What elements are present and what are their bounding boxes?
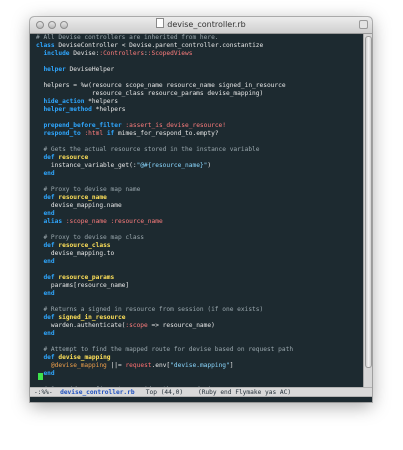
- window-title-text: devise_controller.rb: [167, 20, 246, 29]
- code-line: class DeviseController < Devise.parent_c…: [36, 42, 264, 49]
- code-line: @devise_mapping ||= request.env["devise.…: [50, 362, 234, 369]
- code-line: # Proxy to devise map class: [36, 234, 145, 241]
- code-line: alias :scope_name :resource_name: [43, 218, 163, 225]
- code-line: # All Devise controllers are inherited f…: [36, 34, 219, 41]
- vertical-scrollbar[interactable]: [363, 34, 372, 387]
- code-line: end: [43, 210, 55, 217]
- code-line: def signed_in_resource: [43, 314, 126, 321]
- code-line: helper DeviseHelper: [43, 66, 115, 73]
- code-line: helpers = %w(resource scope_name resourc…: [36, 82, 286, 89]
- scrollbar-thumb[interactable]: [365, 36, 372, 368]
- code-line: def resource: [43, 154, 89, 161]
- code-line: end: [43, 290, 55, 297]
- code-line: # Proxy to devise map name: [36, 186, 141, 193]
- code-line: respond_to :html if mimes_for_respond_to…: [43, 130, 219, 137]
- code-line: end: [43, 370, 55, 377]
- code-line: hide_action *helpers: [43, 98, 118, 105]
- modeline-filename: devise_controller.rb: [60, 389, 135, 396]
- text-cursor: [38, 373, 43, 380]
- code-line: devise_mapping.to: [36, 250, 115, 257]
- minibuffer[interactable]: [30, 397, 372, 402]
- mode-line: -:%%- devise_controller.rb Top (44,0) (R…: [30, 387, 372, 397]
- code-line: end: [43, 170, 55, 177]
- code-line: end: [43, 258, 55, 265]
- code-line: instance_variable_get(:"@#{resource_name…: [36, 162, 212, 169]
- code-editor[interactable]: # All Devise controllers are inherited f…: [30, 34, 363, 387]
- code-line: def resource_params: [43, 274, 115, 281]
- code-line: warden.authenticate(:scope => resource_n…: [36, 322, 215, 329]
- code-line: devise_mapping.name: [36, 202, 122, 209]
- code-line: helper_method *helpers: [43, 106, 126, 113]
- toolbar-toggle-icon[interactable]: [359, 20, 368, 29]
- modeline-position: Top (44,0): [145, 389, 184, 396]
- code-line: params[resource_name]: [36, 282, 130, 289]
- code-line: resource_class resource_params devise_ma…: [36, 90, 264, 97]
- emacs-window: devise_controller.rb # All Devise contro…: [30, 17, 372, 402]
- code-line: include Devise::Controllers::ScopedViews: [43, 50, 193, 57]
- code-line: prepend_before_filter :assert_is_devise_…: [43, 122, 227, 129]
- document-icon: [156, 18, 165, 28]
- code-line: # Attempt to find the mapped route for d…: [36, 346, 294, 353]
- code-line: def resource_name: [43, 194, 107, 201]
- code-line: def devise_mapping: [43, 354, 111, 361]
- window-title: devise_controller.rb: [30, 18, 372, 32]
- code-line: # Returns a signed in resource from sess…: [36, 306, 264, 313]
- modeline-status: -:%%-: [34, 389, 53, 396]
- code-line: def resource_class: [43, 242, 111, 249]
- code-line: end: [43, 330, 55, 337]
- title-bar[interactable]: devise_controller.rb: [30, 17, 372, 34]
- code-line: # Gets the actual resource stored in the…: [36, 146, 260, 153]
- modeline-modes: (Ruby end Flymake yas AC): [197, 389, 292, 396]
